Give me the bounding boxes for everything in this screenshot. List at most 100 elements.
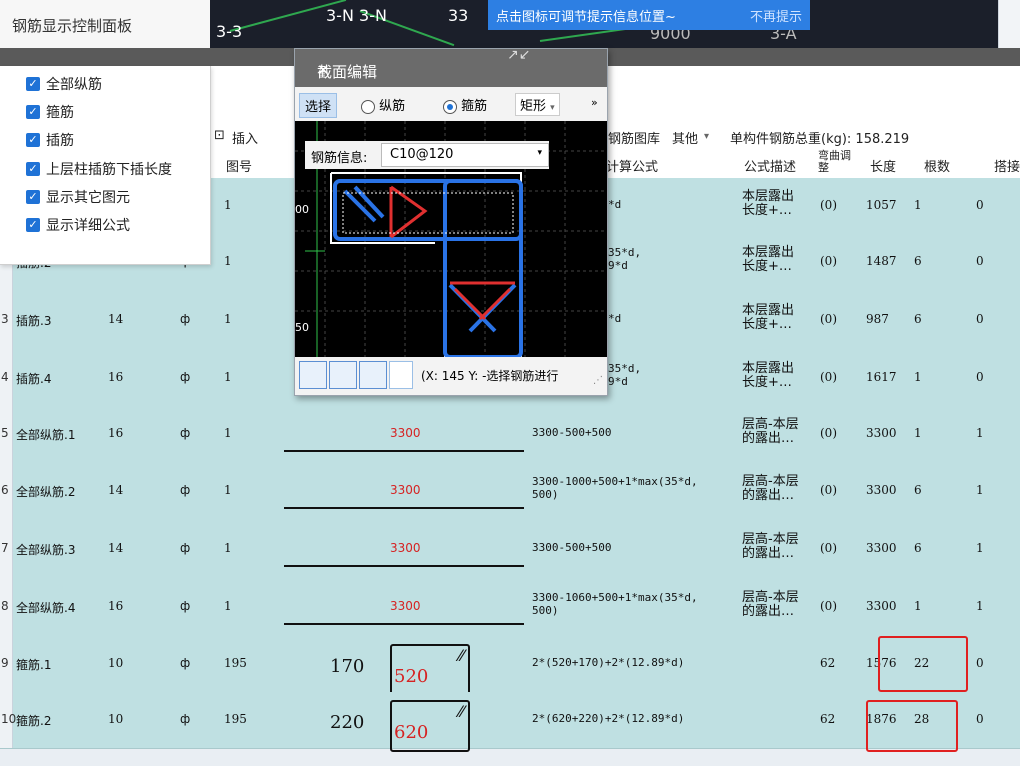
table-row[interactable]: 6 全部纵筋.2 14 ф 1 3300 3300-1000+500+1*max(35*d,… (0, 462, 1020, 521)
draw-corner-icon[interactable] (299, 361, 327, 389)
header-formula[interactable]: 计算公式 (606, 156, 658, 175)
checkbox-checked-icon[interactable]: ✓ (26, 133, 40, 147)
header-shape-no[interactable]: 图号 (226, 156, 252, 175)
table-row[interactable]: 7 全部纵筋.3 14 ф 1 3300 3300-500+500 层高-本层的露出… (0) 3… (0, 520, 1020, 579)
formula: *d (608, 198, 622, 211)
header-bend[interactable]: 弯曲调整 (818, 150, 854, 174)
row-number-label: 10 (1, 712, 17, 726)
dialog-toolbar: 选择 纵筋 箍筋 矩形 ▾ » (295, 87, 607, 122)
checkbox-checked-icon[interactable]: ✓ (26, 218, 40, 232)
shape-number: 195 (224, 656, 247, 670)
lap: 1 (976, 541, 984, 555)
row-number[interactable]: 10 (0, 692, 17, 748)
checkbox-checked-icon[interactable]: ✓ (26, 77, 40, 91)
row-number[interactable]: 7 (0, 520, 13, 578)
section-edit-dialog[interactable]: 截面编辑 ↗↙ ✕ 选择 纵筋 箍筋 矩形 ▾ » 00 50 钢筋信息: C1… (294, 47, 608, 396)
coordinate-status: (X: 145 Y: -选择钢筋进行 (421, 369, 559, 383)
checkbox-checked-icon[interactable]: ✓ (26, 162, 40, 176)
count: 1 (914, 370, 922, 384)
bend-adjust: (0) (820, 541, 837, 555)
other-menu[interactable]: 其他 (672, 128, 698, 147)
row-number[interactable]: 3 (0, 290, 13, 350)
rebar-info-select[interactable]: C10@120 ▾ (381, 143, 549, 167)
grade-symbol: ф (180, 426, 191, 440)
header-count[interactable]: 根数 (924, 156, 950, 175)
add-icon[interactable] (389, 361, 413, 389)
option-all-longitudinal[interactable]: ✓ 全部纵筋 (26, 73, 102, 95)
formula-desc: 本层露出长度+… (742, 189, 795, 218)
axis-label: 3-3 (216, 22, 243, 41)
insert-icon[interactable]: ⊡ (214, 128, 225, 143)
hint-banner[interactable]: 点击图标可调节提示信息位置~ 不再提示 (488, 0, 810, 30)
checkbox-checked-icon[interactable]: ✓ (26, 190, 40, 204)
section-canvas[interactable]: 00 50 钢筋信息: C10@120 ▾ (295, 121, 607, 357)
rebar-library-button[interactable]: 钢筋图库 (608, 128, 660, 147)
resize-grip-icon[interactable]: ⋰ (593, 375, 603, 386)
option-show-other[interactable]: ✓ 显示其它图元 (26, 186, 130, 208)
radio-longitudinal[interactable]: 纵筋 (361, 95, 405, 114)
radio-icon[interactable] (361, 99, 375, 114)
table-row[interactable]: 8 全部纵筋.4 16 ф 1 3300 3300-1060+500+1*max(35*d,… (0, 578, 1020, 637)
table-row[interactable]: 9 箍筋.1 10 ф 195 170 520 ⁄⁄ 2*(520+170)+2*(12.89*… (0, 636, 1020, 696)
rebar-shape-line (284, 623, 524, 625)
bend-adjust: (0) (820, 426, 837, 440)
header-formula-desc[interactable]: 公式描述 (744, 156, 796, 175)
formula-desc: 本层露出长度+… (742, 303, 795, 332)
bend-adjust: (0) (820, 198, 837, 212)
chevron-down-icon: ▾ (704, 131, 710, 142)
table-row[interactable]: 5 全部纵筋.1 16 ф 1 3300 3300-500+500 层高-本层的露出… (0) 3… (0, 406, 1020, 463)
rebar-shape-line (284, 450, 524, 452)
checkbox-checked-icon[interactable]: ✓ (26, 105, 40, 119)
rebar-shape-line (284, 565, 524, 567)
select-button[interactable]: 选择 (299, 93, 338, 118)
count: 1 (914, 599, 922, 613)
option-show-formula[interactable]: ✓ 显示详细公式 (26, 214, 130, 236)
formula-desc: 本层露出长度+… (742, 245, 795, 274)
formula-desc: 本层露出长度+… (742, 361, 795, 390)
draw-perpendicular-icon[interactable] (359, 361, 387, 389)
length: 3300 (866, 599, 897, 613)
row-number-label: 7 (1, 541, 9, 555)
radio-label: 箍筋 (461, 99, 488, 114)
grade-symbol: ф (180, 483, 191, 497)
row-number[interactable]: 9 (0, 636, 13, 692)
row-number[interactable]: 4 (0, 350, 13, 406)
stirrup-shape-icon: 520 ⁄⁄ (390, 644, 470, 696)
dialog-titlebar[interactable]: 截面编辑 ↗↙ ✕ (295, 47, 607, 87)
bend-adjust: 62 (820, 712, 836, 726)
radio-selected-icon[interactable] (443, 99, 457, 114)
rebar-shape-line (284, 507, 524, 509)
more-icon[interactable]: » (591, 96, 598, 109)
hook-icon: ⁄⁄ (458, 646, 464, 665)
row-number[interactable]: 5 (0, 406, 13, 462)
close-icon[interactable]: ✕ (317, 61, 595, 79)
option-upper-dowel-length[interactable]: ✓ 上层柱插筋下插长度 (26, 158, 172, 180)
length: 1617 (866, 370, 897, 384)
row-number[interactable]: 6 (0, 462, 13, 520)
draw-line-icon[interactable] (329, 361, 357, 389)
shape-select[interactable]: 矩形 ▾ (515, 93, 560, 116)
option-label: 显示其它图元 (46, 190, 130, 206)
option-dowel[interactable]: ✓ 插筋 (26, 129, 74, 151)
bend-adjust: (0) (820, 312, 837, 326)
row-number[interactable]: 8 (0, 578, 13, 636)
count: 6 (914, 254, 922, 268)
header-length[interactable]: 长度 (870, 156, 896, 175)
insert-button[interactable]: 插入 (232, 128, 258, 147)
option-stirrup[interactable]: ✓ 箍筋 (26, 101, 74, 123)
count: 6 (914, 541, 922, 555)
diameter: 14 (108, 483, 124, 497)
shape-number: 195 (224, 712, 247, 726)
length: 1057 (866, 198, 897, 212)
axis-label: 3-N 3-N (326, 6, 387, 25)
grade-symbol: ф (180, 599, 191, 613)
rebar-info-value: C10@120 (390, 147, 454, 162)
lap: 0 (976, 712, 984, 726)
rebar-name: 插筋.3 (16, 314, 52, 328)
rebar-info-bar: 钢筋信息: C10@120 ▾ (305, 141, 549, 169)
dismiss-hint-link[interactable]: 不再提示 (750, 6, 802, 25)
radio-stirrup[interactable]: 箍筋 (443, 95, 487, 114)
header-lap[interactable]: 搭接 (994, 156, 1020, 175)
diameter: 16 (108, 599, 124, 613)
option-label: 上层柱插筋下插长度 (46, 162, 172, 178)
